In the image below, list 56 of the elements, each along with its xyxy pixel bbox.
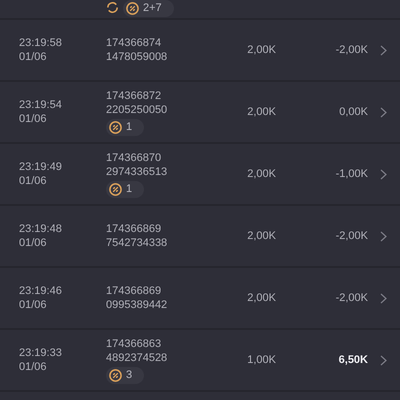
round-id: 174366874: [106, 36, 162, 50]
result-text: -2,00K: [334, 290, 368, 306]
count-badge: 1: [106, 180, 144, 198]
chevron-right-icon: [380, 168, 387, 180]
date-text: 01/06: [19, 112, 48, 126]
coin-icon: [126, 2, 139, 15]
coin-icon: [109, 120, 122, 134]
time-text: 23:19:33: [19, 346, 63, 360]
transaction-row[interactable]: 23:19:54 01/06 174366872 2205250050 1 2,00K 0,00K: [0, 82, 400, 144]
count-badge: 3: [106, 366, 144, 384]
transaction-row[interactable]: 23:19:46 01/06 174366869 0995389442 2,00K -2,00K: [0, 268, 400, 330]
ticket-number: 0995389442: [106, 298, 168, 312]
date-text: 01/06: [19, 236, 48, 250]
coin-icon: [109, 182, 122, 196]
round-id: 174366863: [106, 336, 162, 350]
amount-text: 2,00K: [246, 228, 276, 244]
time-text: 23:19:48: [19, 222, 63, 236]
time-text: 23:19:46: [19, 284, 63, 298]
ticket-number: 1478059008: [106, 50, 168, 64]
amount-text: 1,00K: [246, 352, 276, 368]
transaction-row[interactable]: 23:19:48 01/06 174366869 7542734338 2,00K -2,00K: [0, 206, 400, 268]
ticket-number: 2974336513: [106, 164, 168, 178]
chevron-right-icon: [380, 292, 387, 304]
round-id: 174366872: [106, 88, 162, 102]
result-text: -2,00K: [334, 42, 368, 58]
count-badge: 2+7: [123, 0, 174, 17]
ticket-number: 4892374528: [106, 350, 168, 364]
count-badge: 1: [106, 118, 144, 136]
time-text: 23:19:54: [19, 98, 63, 112]
time-text: 23:19:49: [19, 160, 63, 174]
round-id: 174366869: [106, 222, 162, 236]
chevron-right-icon: [380, 106, 387, 118]
amount-text: 2,00K: [246, 290, 276, 306]
time-text: 23:19:58: [19, 36, 63, 50]
transaction-row[interactable]: 23:19:49 01/06 174366870 2974336513 1 2,00K -1,00K: [0, 144, 400, 206]
result-text: -1,00K: [334, 166, 368, 182]
transaction-row[interactable]: 23:19:58 01/06 174366874 1478059008 2,00K -2,00K: [0, 20, 400, 82]
ticket-number: 7542734338: [106, 236, 168, 250]
result-text: -2,00K: [334, 228, 368, 244]
ticket-number: 2205250050: [106, 102, 168, 116]
result-text: 0,00K: [338, 104, 368, 120]
date-text: 01/06: [19, 50, 48, 64]
chevron-right-icon: [380, 44, 387, 56]
amount-text: 2,00K: [246, 42, 276, 58]
result-text: 6,50K: [338, 352, 368, 368]
date-text: 01/06: [19, 174, 48, 188]
chevron-right-icon: [380, 230, 387, 242]
round-id: 174366870: [106, 150, 162, 164]
round-id: 174366869: [106, 284, 162, 298]
amount-text: 2,00K: [246, 104, 276, 120]
chevron-right-icon: [380, 354, 387, 366]
date-text: 01/06: [19, 360, 48, 374]
coin-icon: [109, 368, 122, 382]
date-text: 01/06: [19, 298, 48, 312]
amount-text: 2,00K: [246, 166, 276, 182]
transaction-row[interactable]: 23:19:33 01/06 174366863 4892374528 3 1,00K 6,50K: [0, 330, 400, 392]
